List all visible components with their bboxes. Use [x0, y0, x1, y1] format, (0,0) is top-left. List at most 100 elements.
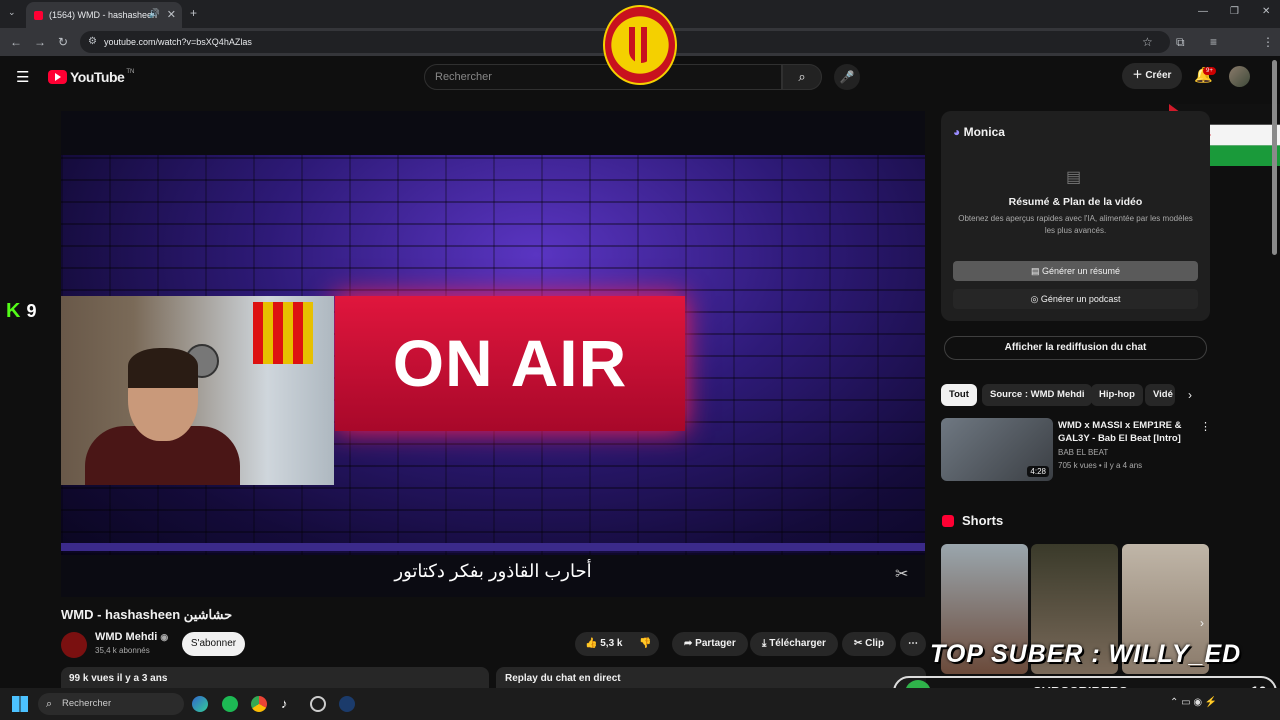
more-actions-button[interactable]: ⋯: [900, 632, 926, 656]
youtube-play-icon: [48, 70, 67, 84]
monica-logo-icon: ◕: [953, 125, 964, 139]
person-hair: [128, 348, 198, 388]
youtube-logo[interactable]: YouTube TN: [48, 69, 134, 85]
tab-title: (1564) WMD - hashasheen: [49, 10, 158, 20]
tiktok-icon[interactable]: ♪: [281, 696, 288, 711]
window-close-icon[interactable]: ✕: [1262, 6, 1270, 17]
youtube-favicon-icon: [34, 10, 43, 20]
taskbar-search-icon: ⌕: [46, 698, 53, 710]
generate-summary-button[interactable]: ▤ Générer un résumé: [953, 261, 1198, 281]
views-date: 99 k vues il y a 3 ans: [69, 673, 168, 684]
dislike-icon[interactable]: 👎: [639, 632, 651, 656]
video-title: WMD - hashasheen حشاشين: [61, 607, 233, 622]
page-scrollbar[interactable]: [1272, 60, 1277, 255]
windows-start-icon[interactable]: [12, 696, 28, 712]
download-button[interactable]: ⤓ Télécharger: [750, 632, 838, 656]
generate-podcast-button[interactable]: ◎ Générer un podcast: [953, 289, 1198, 309]
chip-hiphop[interactable]: Hip-hop: [1091, 384, 1143, 406]
like-count[interactable]: 5,3 k: [600, 638, 622, 649]
voice-search-button[interactable]: 🎤: [834, 64, 860, 90]
search-input[interactable]: Rechercher: [424, 64, 782, 90]
country-code: TN: [126, 69, 135, 75]
monica-description: Obtenez des aperçus rapides avec l'IA, a…: [958, 214, 1193, 235]
video-progress-bar[interactable]: [61, 543, 925, 551]
back-icon[interactable]: ←: [10, 35, 22, 49]
maximize-icon[interactable]: ❐: [1230, 6, 1239, 17]
on-air-sign: ON AIR: [335, 296, 685, 431]
channel-name[interactable]: WMD Mehdi ◉: [95, 631, 168, 643]
chip-videos[interactable]: Vidé: [1145, 384, 1175, 406]
shorts-heading: Shorts: [962, 513, 1004, 528]
windows-taskbar: ⌕ Rechercher ♪ ⌃ ▭ ◉ ⚡: [0, 688, 1280, 720]
recommended-channel[interactable]: BAB EL BEAT: [1058, 448, 1108, 457]
video-subtitle: أحارب القاذور بفكر دكتاتور: [394, 561, 592, 581]
document-icon: ▤: [1066, 169, 1082, 186]
taskbar-search[interactable]: ⌕ Rechercher: [38, 693, 184, 715]
browser-menu-icon[interactable]: ⋮: [1262, 35, 1274, 49]
wall-flag: [253, 302, 313, 364]
verified-icon: ◉: [160, 632, 169, 642]
extensions-icon[interactable]: ⧉: [1176, 35, 1185, 50]
shield-icon: [629, 27, 653, 63]
speaker-icon[interactable]: 🔊: [149, 8, 160, 19]
monica-panel: ◕ Monica ▤ Résumé & Plan de la vidéo Obt…: [941, 111, 1210, 321]
chip-all[interactable]: Tout: [941, 384, 977, 406]
obs-icon[interactable]: [310, 696, 326, 712]
share-button[interactable]: ➦ Partager: [672, 632, 748, 656]
create-button[interactable]: ＋ Créer: [1122, 63, 1182, 89]
more-options-icon[interactable]: ⋮: [1200, 420, 1211, 433]
edge-icon[interactable]: [192, 696, 208, 712]
clip-button[interactable]: ✂ Clip: [842, 632, 897, 656]
subscriber-count: 35,4 k abonnés: [95, 646, 150, 655]
forward-icon[interactable]: →: [34, 35, 46, 49]
monica-heading: Résumé & Plan de la vidéo: [1008, 196, 1143, 208]
steam-icon[interactable]: [339, 696, 355, 712]
bookmark-star-icon[interactable]: ☆: [1142, 35, 1153, 49]
subscribe-button[interactable]: S'abonner: [182, 632, 245, 656]
site-info-icon[interactable]: ⚙: [88, 31, 97, 53]
monica-header: ◕ Monica: [953, 125, 1005, 139]
logo-text: YouTube: [70, 69, 125, 85]
club-logo-overlay: [603, 5, 677, 85]
more-icon: ⋯: [908, 638, 918, 649]
podcast-icon: ◎: [1030, 294, 1041, 304]
new-tab-icon[interactable]: +: [190, 6, 197, 20]
kick-viewer-counter: K9: [6, 300, 36, 323]
browser-tab[interactable]: (1564) WMD - hashasheen 🔊 ✕: [26, 2, 182, 28]
monica-name: Monica: [963, 125, 1005, 139]
share-label: Partager: [695, 638, 736, 649]
show-chat-replay-button[interactable]: Afficher la rediffusion du chat: [944, 336, 1207, 360]
chip-source[interactable]: Source : WMD Mehdi: [982, 384, 1093, 406]
chevron-right-icon[interactable]: ›: [1188, 388, 1192, 402]
close-tab-icon[interactable]: ✕: [167, 8, 176, 21]
webcam-overlay: [61, 296, 334, 485]
reading-list-icon[interactable]: ≡: [1210, 35, 1217, 49]
on-air-text: ON AIR: [392, 326, 628, 400]
like-dislike-group: 👍 5,3 k 👎: [575, 632, 659, 656]
taskbar-search-text: Rechercher: [62, 698, 112, 709]
search-button[interactable]: ⌕: [782, 64, 822, 90]
podcast-label: Générer un podcast: [1040, 294, 1121, 304]
spotify-icon[interactable]: [222, 696, 238, 712]
recommended-title[interactable]: WMD x MASSI x EMP1RE & GAL3Y - Bab El Be…: [1058, 419, 1193, 445]
shorts-next-icon[interactable]: ›: [1200, 616, 1204, 630]
video-player[interactable]: ON AIR أحارب القاذور بفكر دكتاتور ✂: [61, 111, 925, 597]
account-avatar[interactable]: [1229, 66, 1250, 87]
recommended-thumbnail[interactable]: 4:28: [941, 418, 1053, 481]
like-icon[interactable]: 👍: [585, 638, 600, 649]
notification-badge: 9+: [1203, 67, 1216, 75]
chrome-icon[interactable]: [251, 696, 267, 712]
system-tray-icons[interactable]: ⌃ ▭ ◉ ⚡: [1170, 697, 1217, 708]
kick-logo-icon: K: [6, 300, 21, 322]
channel-avatar[interactable]: [61, 632, 87, 658]
live-chat-replay-label: Replay du chat en direct: [505, 673, 621, 684]
tab-list-icon[interactable]: ⌄: [8, 7, 16, 18]
kick-count: 9: [26, 301, 37, 321]
clip-label: Clip: [865, 638, 885, 649]
watermark-icon: ✂: [895, 566, 909, 583]
reload-icon[interactable]: ↻: [58, 35, 68, 49]
hamburger-menu-icon[interactable]: ☰: [16, 68, 29, 86]
minimize-icon[interactable]: —: [1198, 6, 1208, 17]
url-text: youtube.com/watch?v=bsXQ4hAZlas: [104, 37, 252, 47]
microphone-icon: 🎤: [839, 70, 855, 84]
